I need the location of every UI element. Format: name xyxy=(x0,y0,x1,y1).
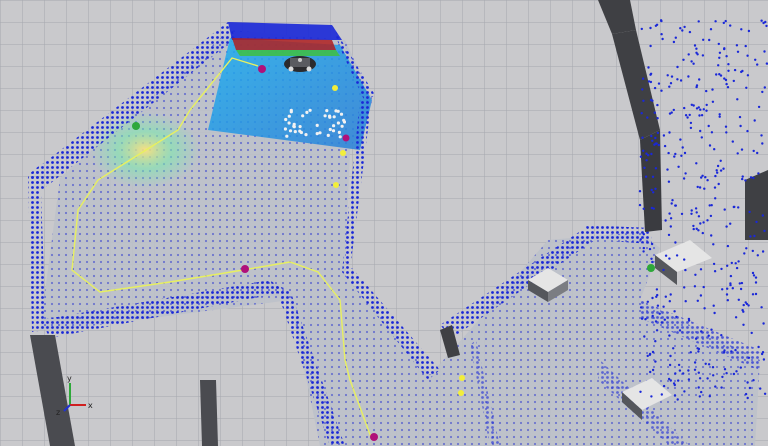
costmap-inflation-green xyxy=(236,50,340,56)
goal-marker-icon[interactable] xyxy=(241,265,249,273)
goal-marker-icon[interactable] xyxy=(342,134,350,142)
goal-marker-icon[interactable] xyxy=(370,433,378,441)
start-marker-icon[interactable] xyxy=(132,122,140,130)
waypoint-marker-icon xyxy=(333,182,339,188)
waypoint-marker-icon xyxy=(340,150,346,156)
waypoint-marker-icon xyxy=(459,375,465,381)
scene-canvas[interactable]: x y z xyxy=(0,0,768,446)
axis-y-label: y xyxy=(67,374,72,383)
axis-x-label: x xyxy=(88,401,93,410)
start-marker-icon[interactable] xyxy=(647,264,655,272)
robot-icon[interactable] xyxy=(284,56,316,72)
map-viewport[interactable]: x y z xyxy=(0,0,768,446)
waypoint-marker-icon xyxy=(332,85,338,91)
goal-marker-icon[interactable] xyxy=(258,65,266,73)
axis-z-label: z xyxy=(56,408,60,417)
waypoint-marker-icon xyxy=(458,390,464,396)
costmap-inflation-red xyxy=(232,38,336,50)
